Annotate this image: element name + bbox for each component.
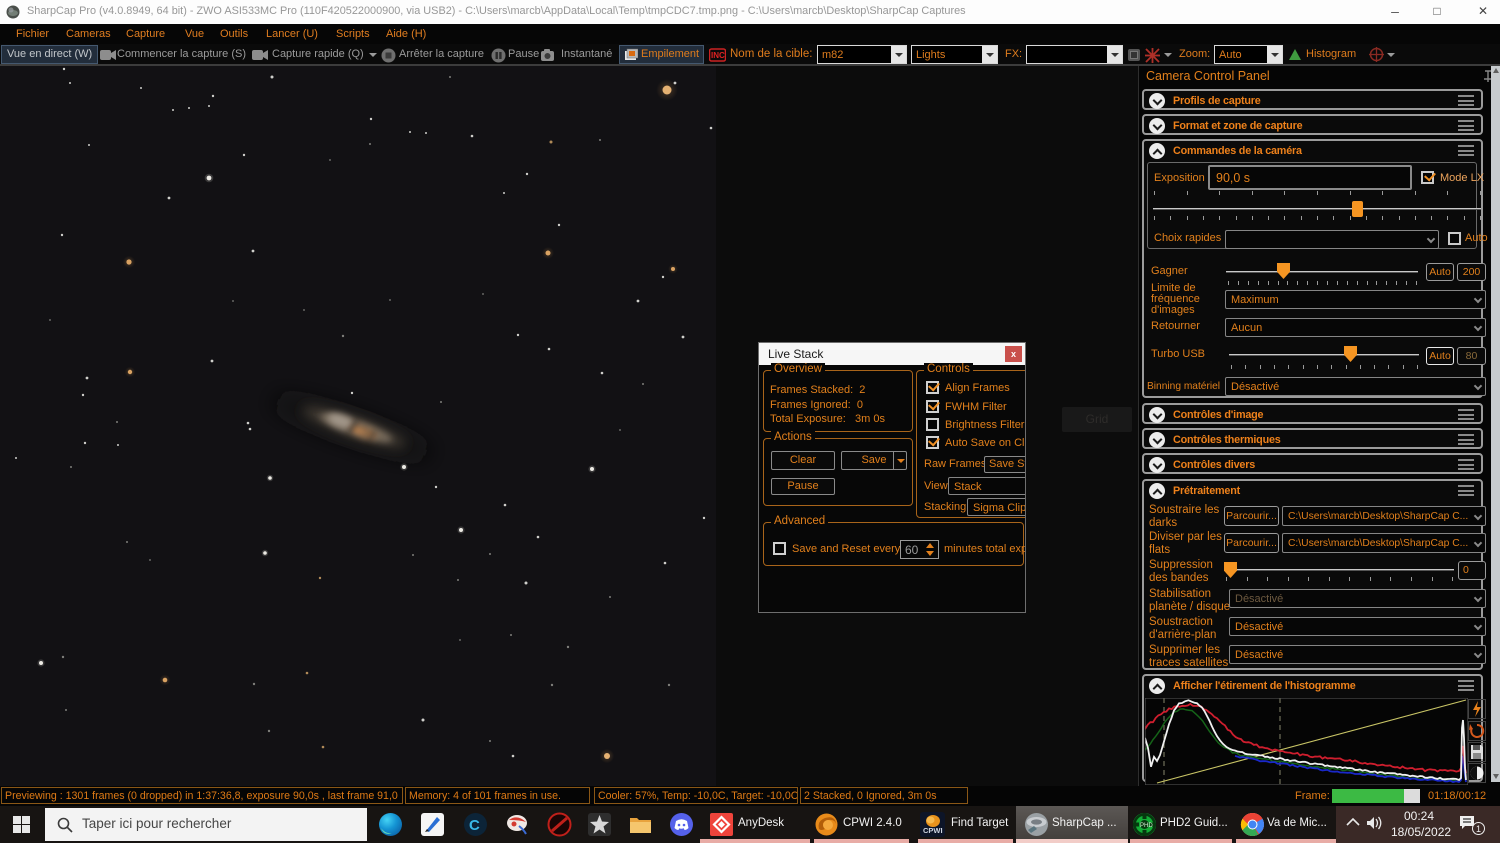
svg-text:PHD: PHD — [1140, 823, 1153, 829]
svg-text:INC: INC — [711, 51, 725, 60]
svg-text:CPWI: CPWI — [923, 826, 943, 835]
svg-text:C: C — [469, 817, 480, 834]
